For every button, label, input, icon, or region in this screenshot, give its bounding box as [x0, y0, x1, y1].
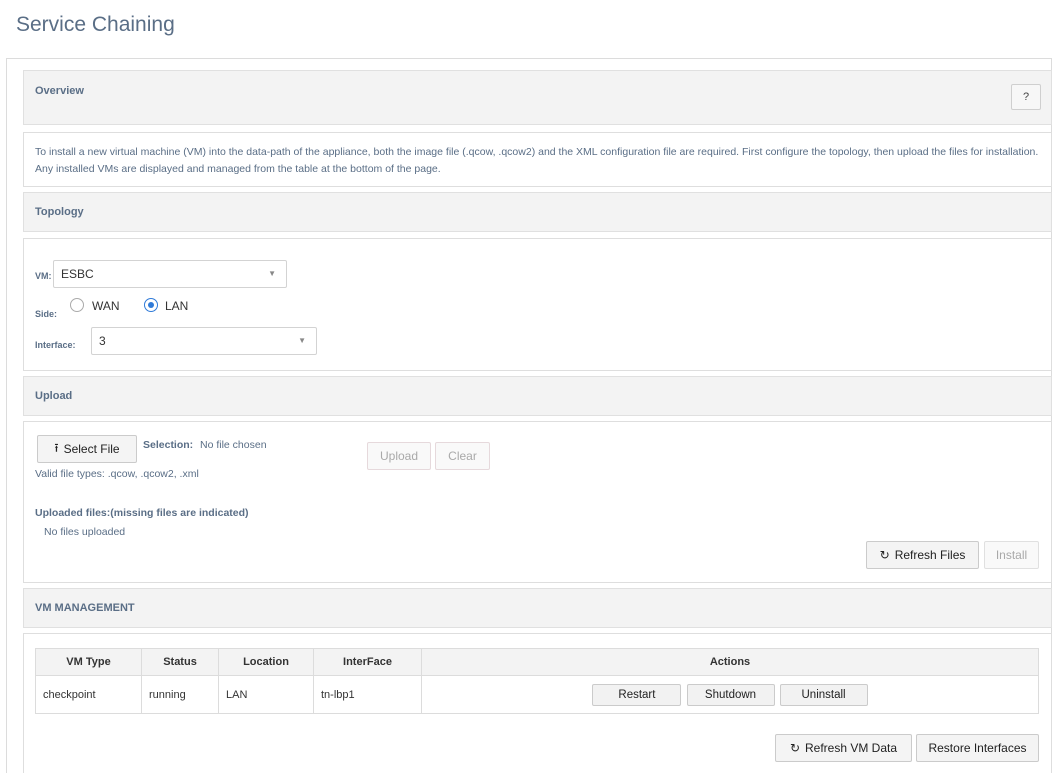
clear-button[interactable]: Clear	[435, 442, 490, 470]
overview-header: Overview ?	[23, 70, 1052, 125]
overview-title: Overview	[35, 85, 84, 97]
cell-actions: Restart Shutdown Uninstall	[421, 675, 1039, 714]
cell-vm-type: checkpoint	[35, 675, 142, 714]
topology-body: VM: ESBC ▼ Side: WAN LAN Interface: 3 ▼	[23, 238, 1052, 371]
vm-label: VM:	[35, 271, 52, 281]
col-location: Location	[218, 648, 314, 676]
refresh-files-label: Refresh Files	[894, 548, 966, 562]
refresh-icon: ↻	[879, 548, 890, 562]
restore-interfaces-button[interactable]: Restore Interfaces	[916, 734, 1039, 762]
vm-table-header-row: VM Type Status Location InterFace Action…	[35, 648, 1039, 676]
vm-management-header: VM MANAGEMENT	[23, 588, 1052, 628]
install-button[interactable]: Install	[984, 541, 1039, 569]
uploaded-files-empty: No files uploaded	[44, 526, 126, 538]
table-row: checkpoint running LAN tn-lbp1 Restart S…	[35, 675, 1039, 714]
select-file-label: Select File	[63, 442, 120, 456]
cell-location: LAN	[218, 675, 314, 714]
interface-label: Interface:	[35, 340, 76, 350]
refresh-vm-data-label: Refresh VM Data	[805, 741, 898, 755]
side-option-lan: LAN	[165, 299, 189, 313]
refresh-icon: ↻	[789, 741, 800, 755]
topology-title: Topology	[35, 206, 84, 218]
col-interface: InterFace	[313, 648, 422, 676]
main-panel: Overview ? To install a new virtual mach…	[6, 58, 1052, 773]
overview-body: To install a new virtual machine (VM) in…	[23, 132, 1052, 187]
vm-management-title: VM MANAGEMENT	[35, 602, 135, 614]
chevron-down-icon: ▼	[268, 269, 276, 278]
upload-button[interactable]: Upload	[367, 442, 431, 470]
restart-button[interactable]: Restart	[592, 683, 682, 706]
overview-text: To install a new virtual machine (VM) in…	[35, 146, 1039, 175]
valid-file-types: Valid file types: .qcow, .qcow2, .xml	[35, 468, 199, 480]
refresh-vm-data-button[interactable]: ↻ Refresh VM Data	[775, 734, 912, 762]
cell-status: running	[141, 675, 219, 714]
side-label: Side:	[35, 309, 58, 319]
uninstall-button[interactable]: Uninstall	[779, 683, 868, 706]
interface-select[interactable]: 3 ▼	[91, 327, 317, 355]
vm-management-body: VM Type Status Location InterFace Action…	[23, 633, 1052, 773]
uploaded-files-title: Uploaded files:(missing files are indica…	[35, 507, 249, 519]
upload-title: Upload	[35, 390, 73, 402]
vm-select-value: ESBC	[61, 267, 94, 281]
interface-select-value: 3	[99, 334, 106, 348]
upload-icon: ⭱	[54, 440, 59, 455]
col-vm-type: VM Type	[35, 648, 142, 676]
cell-interface: tn-lbp1	[313, 675, 422, 714]
vm-select[interactable]: ESBC ▼	[53, 260, 287, 288]
side-radio-wan[interactable]	[70, 298, 84, 312]
page-title: Service Chaining	[16, 13, 175, 36]
select-file-button[interactable]: ⭱ Select File	[37, 435, 137, 463]
selection-value: No file chosen	[200, 439, 267, 451]
chevron-down-icon: ▼	[298, 336, 306, 345]
side-option-wan: WAN	[92, 299, 120, 313]
side-radio-lan[interactable]	[144, 298, 158, 312]
vm-table: VM Type Status Location InterFace Action…	[35, 648, 1039, 714]
upload-header: Upload	[23, 376, 1052, 416]
refresh-files-button[interactable]: ↻ Refresh Files	[866, 541, 979, 569]
col-actions: Actions	[421, 648, 1039, 676]
upload-body: ⭱ Select File Selection: No file chosen …	[23, 421, 1052, 583]
help-button[interactable]: ?	[1011, 84, 1041, 110]
selection-label: Selection:	[143, 439, 194, 451]
col-status: Status	[141, 648, 219, 676]
shutdown-button[interactable]: Shutdown	[686, 683, 775, 706]
topology-header: Topology	[23, 192, 1052, 232]
